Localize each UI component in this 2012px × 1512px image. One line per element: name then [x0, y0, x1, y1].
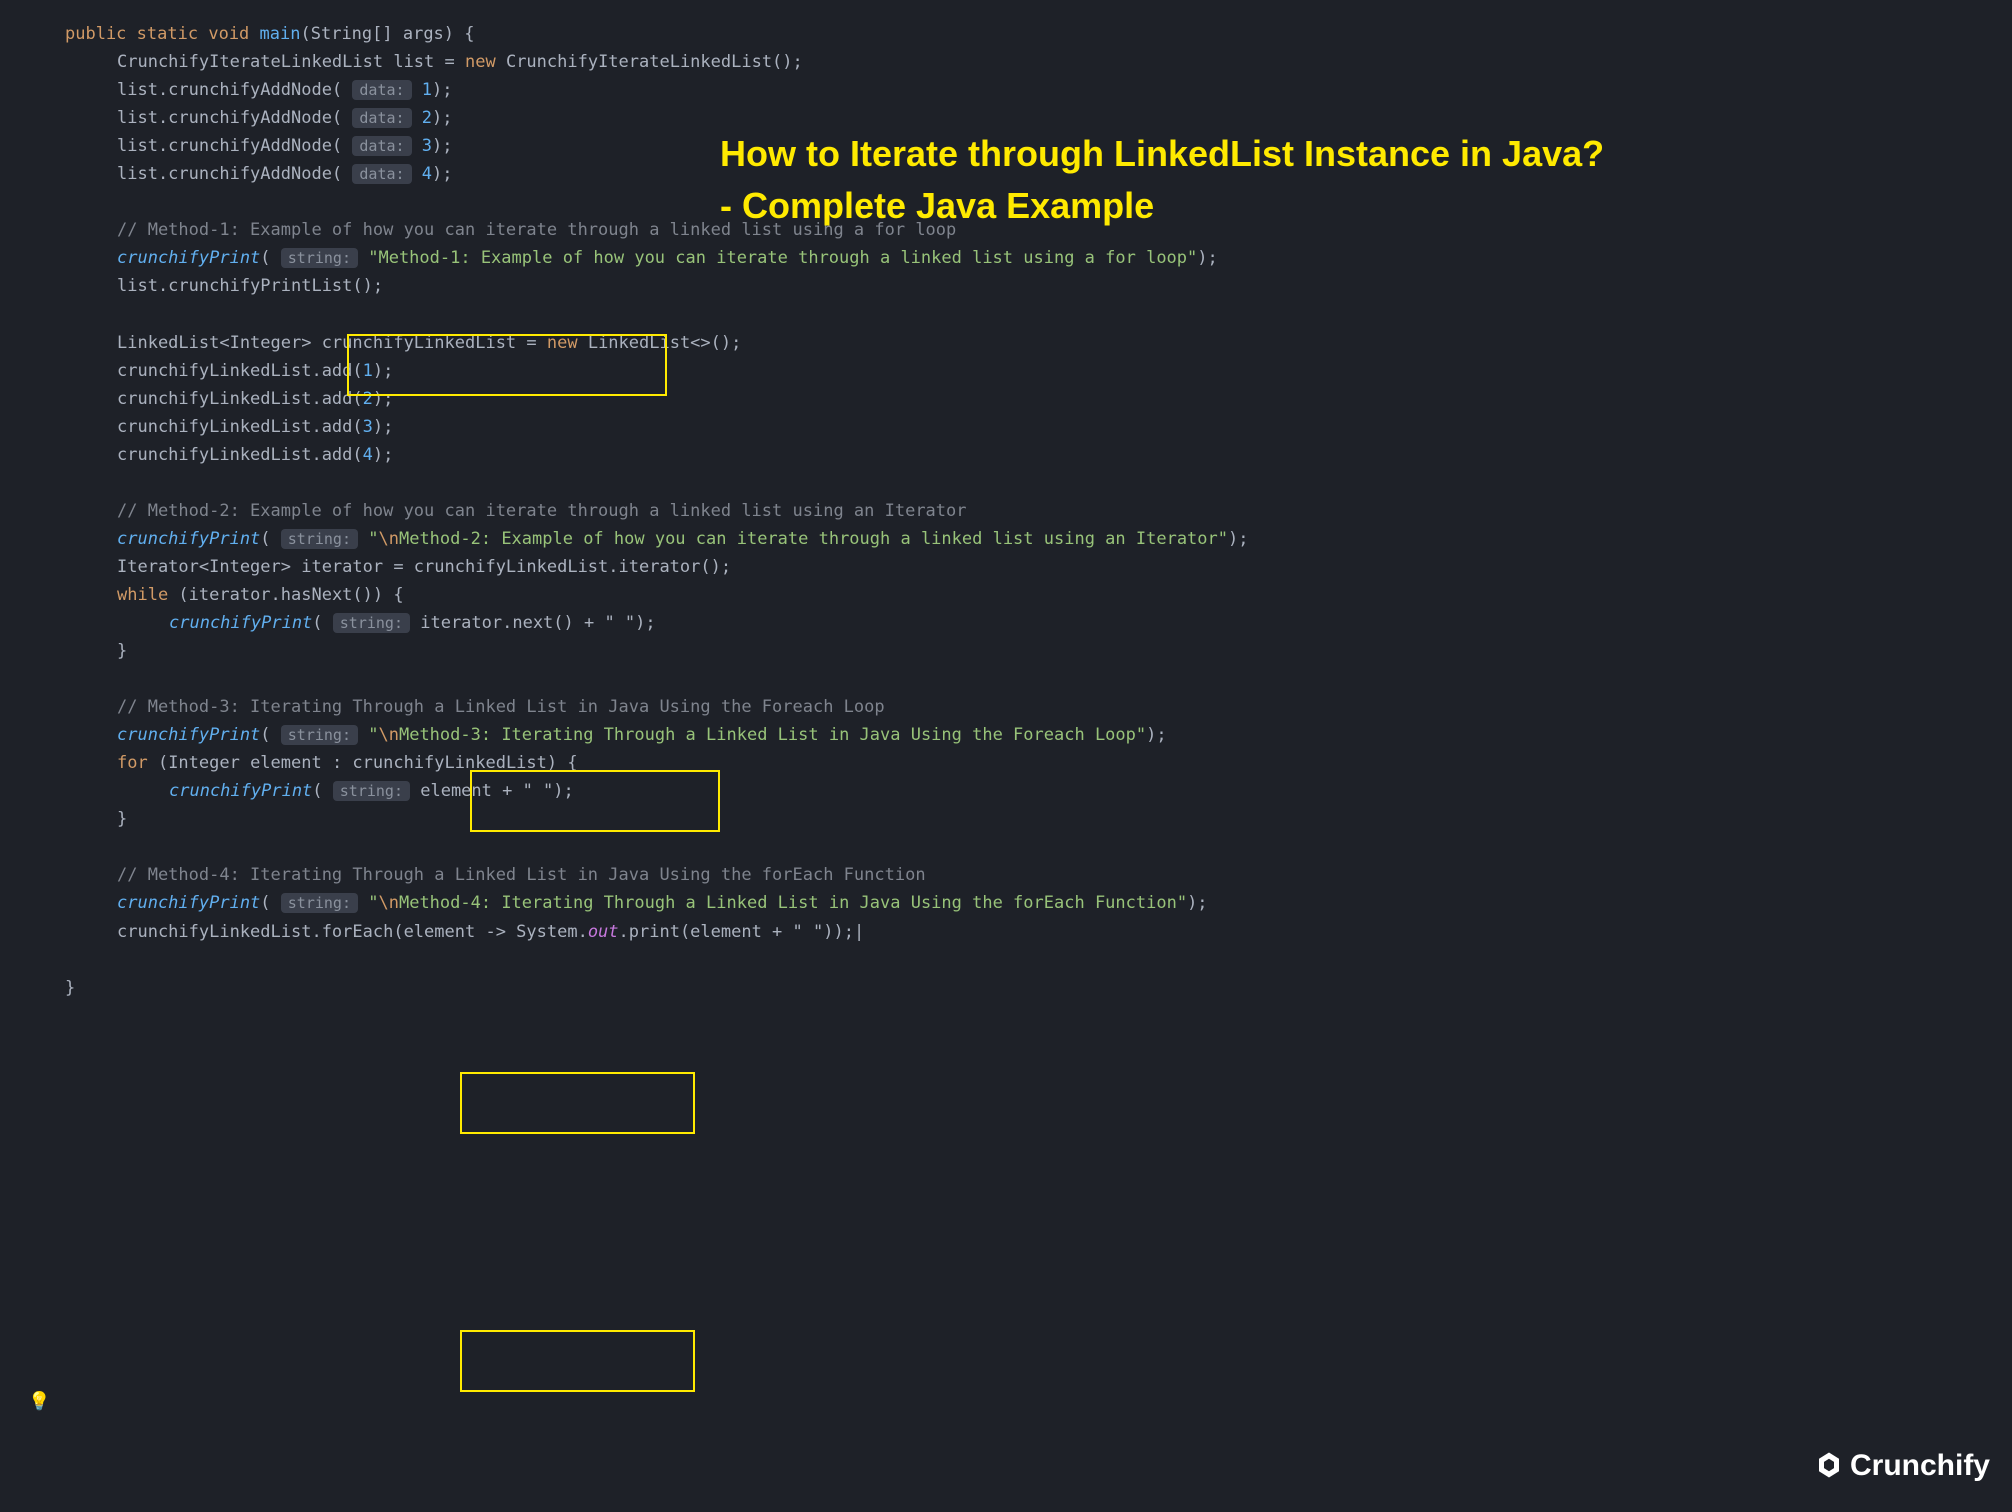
param-hint: string:	[281, 893, 358, 913]
crunchify-logo: Crunchify	[1814, 1441, 1990, 1491]
param-hint: string:	[333, 613, 410, 633]
code-line: list.crunchifyPrintList();	[65, 272, 2012, 300]
param-hint: data:	[352, 108, 411, 128]
title-line-2: - Complete Java Example	[720, 180, 1604, 232]
title-line-1: How to Iterate through LinkedList Instan…	[720, 128, 1604, 180]
code-line: }	[65, 974, 2012, 1002]
code-line: crunchifyPrint( string: iterator.next() …	[65, 609, 2012, 637]
crunchify-icon	[1814, 1450, 1844, 1480]
code-line: CrunchifyIterateLinkedList list = new Cr…	[65, 48, 2012, 76]
title-overlay: How to Iterate through LinkedList Instan…	[720, 128, 1604, 232]
code-line: crunchifyLinkedList.add(3);	[65, 413, 2012, 441]
code-line: // Method-2: Example of how you can iter…	[65, 497, 2012, 525]
caret: |	[854, 922, 864, 942]
code-line: crunchifyLinkedList.add(1);	[65, 357, 2012, 385]
code-line: }	[65, 637, 2012, 665]
logo-text: Crunchify	[1850, 1441, 1990, 1491]
code-line: crunchifyLinkedList.add(2);	[65, 385, 2012, 413]
param-hint: data:	[352, 80, 411, 100]
code-line: public static void main(String[] args) {	[65, 20, 2012, 48]
code-line: LinkedList<Integer> crunchifyLinkedList …	[65, 329, 2012, 357]
code-line: for (Integer element : crunchifyLinkedLi…	[65, 749, 2012, 777]
code-line: crunchifyPrint( string: "\nMethod-3: Ite…	[65, 721, 2012, 749]
lightbulb-icon[interactable]: 💡	[28, 1387, 50, 1417]
param-hint: data:	[352, 136, 411, 156]
param-hint: data:	[352, 164, 411, 184]
code-line: list.crunchifyAddNode( data: 1);	[65, 76, 2012, 104]
code-line: Iterator<Integer> iterator = crunchifyLi…	[65, 553, 2012, 581]
param-hint: string:	[281, 248, 358, 268]
code-line: crunchifyLinkedList.forEach(element -> S…	[65, 918, 2012, 946]
code-line: }	[65, 805, 2012, 833]
highlight-box-4	[460, 1330, 695, 1392]
highlight-box-3	[460, 1072, 695, 1134]
code-line: crunchifyPrint( string: "Method-1: Examp…	[65, 244, 2012, 272]
code-line: crunchifyPrint( string: element + " ");	[65, 777, 2012, 805]
param-hint: string:	[281, 725, 358, 745]
code-line: // Method-4: Iterating Through a Linked …	[65, 861, 2012, 889]
code-line: while (iterator.hasNext()) {	[65, 581, 2012, 609]
code-line: crunchifyLinkedList.add(4);	[65, 441, 2012, 469]
code-line: crunchifyPrint( string: "\nMethod-2: Exa…	[65, 525, 2012, 553]
param-hint: string:	[333, 781, 410, 801]
code-line: // Method-3: Iterating Through a Linked …	[65, 693, 2012, 721]
code-line: crunchifyPrint( string: "\nMethod-4: Ite…	[65, 889, 2012, 917]
param-hint: string:	[281, 529, 358, 549]
